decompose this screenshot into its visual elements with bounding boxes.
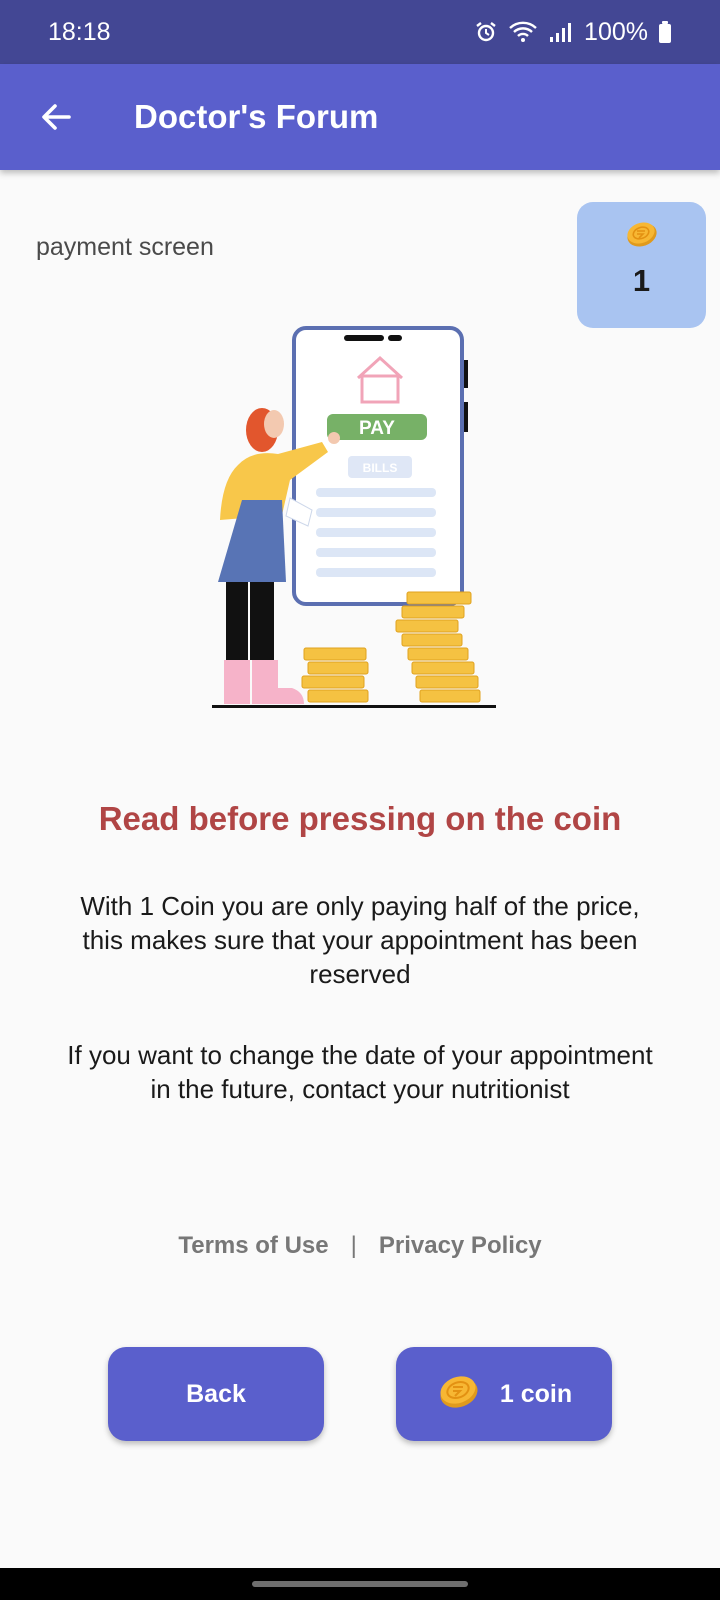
wifi-icon <box>508 20 538 44</box>
bills-label: BILLS <box>363 461 398 475</box>
pay-coin-button[interactable]: 1 coin <box>396 1347 612 1441</box>
home-indicator[interactable] <box>252 1581 468 1587</box>
coin-count: 1 <box>632 263 651 298</box>
status-bar: 18:18 100% <box>0 0 720 64</box>
system-navigation-bar <box>0 1568 720 1600</box>
pay-bills-illustration: PAY BILLS <box>212 320 508 722</box>
coin-icon <box>624 220 660 253</box>
link-separator: | <box>350 1232 357 1259</box>
arrow-left-icon[interactable] <box>36 97 76 137</box>
battery-icon <box>658 20 672 44</box>
terms-of-use-link[interactable]: Terms of Use <box>178 1232 328 1260</box>
coin-balance-badge: 1 <box>577 202 706 328</box>
back-button[interactable]: Back <box>108 1347 324 1441</box>
battery-percent: 100% <box>584 17 648 46</box>
back-button-label: Back <box>186 1379 246 1408</box>
pay-label: PAY <box>359 418 395 439</box>
change-date-info-text: If you want to change the date of your a… <box>67 1040 653 1104</box>
warning-heading: Read before pressing on the coin <box>98 800 622 837</box>
page-subtitle: payment screen <box>36 233 214 261</box>
coin-button-label: 1 coin <box>499 1379 573 1408</box>
app-bar: Doctor's Forum <box>0 64 720 170</box>
app-title: Doctor's Forum <box>134 98 379 135</box>
status-time: 18:18 <box>48 17 111 46</box>
coin-icon <box>436 1372 482 1417</box>
privacy-policy-link[interactable]: Privacy Policy <box>379 1232 542 1260</box>
signal-icon <box>548 20 574 44</box>
alarm-icon <box>474 20 498 44</box>
legal-links: Terms of Use | Privacy Policy <box>0 1232 720 1260</box>
coin-info-text: With 1 Coin you are only paying half of … <box>80 891 640 989</box>
status-icons: 100% <box>474 18 672 47</box>
